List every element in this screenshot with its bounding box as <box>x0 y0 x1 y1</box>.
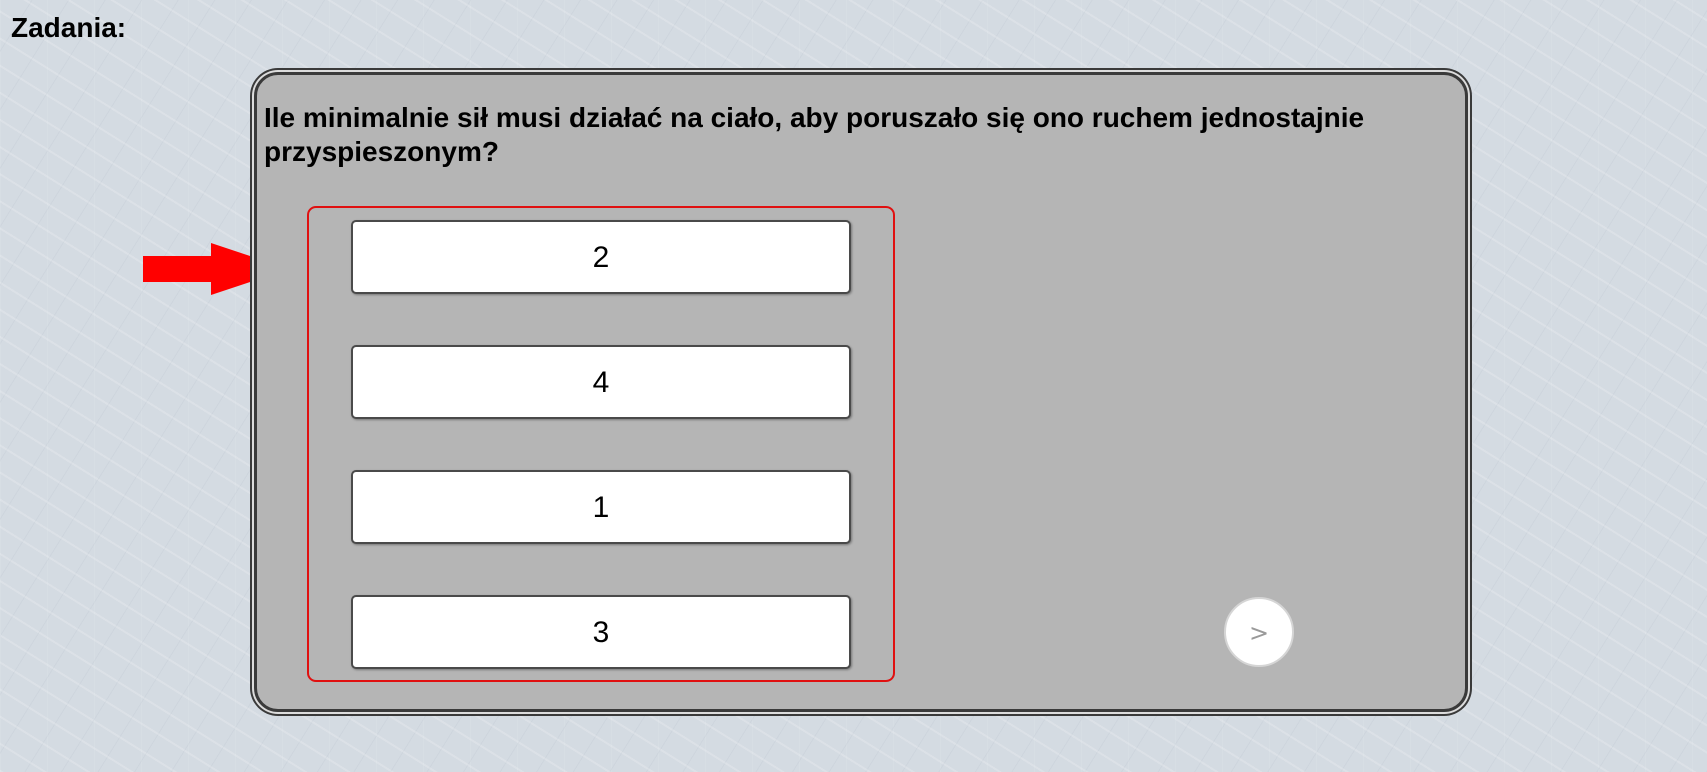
answer-option-3[interactable]: 1 <box>351 470 851 544</box>
section-title: Zadania: <box>11 12 127 43</box>
answer-option-2[interactable]: 4 <box>351 345 851 419</box>
next-question-button[interactable]: > <box>1224 597 1294 667</box>
answer-option-4[interactable]: 3 <box>351 595 851 669</box>
question-text: Ile minimalnie sił musi działać na ciało… <box>264 102 1365 167</box>
answer-option-1[interactable]: 2 <box>351 220 851 294</box>
quiz-panel: Ile minimalnie sił musi działać na ciało… <box>254 72 1468 712</box>
answers-highlight-box: 2 4 1 3 <box>307 206 895 682</box>
